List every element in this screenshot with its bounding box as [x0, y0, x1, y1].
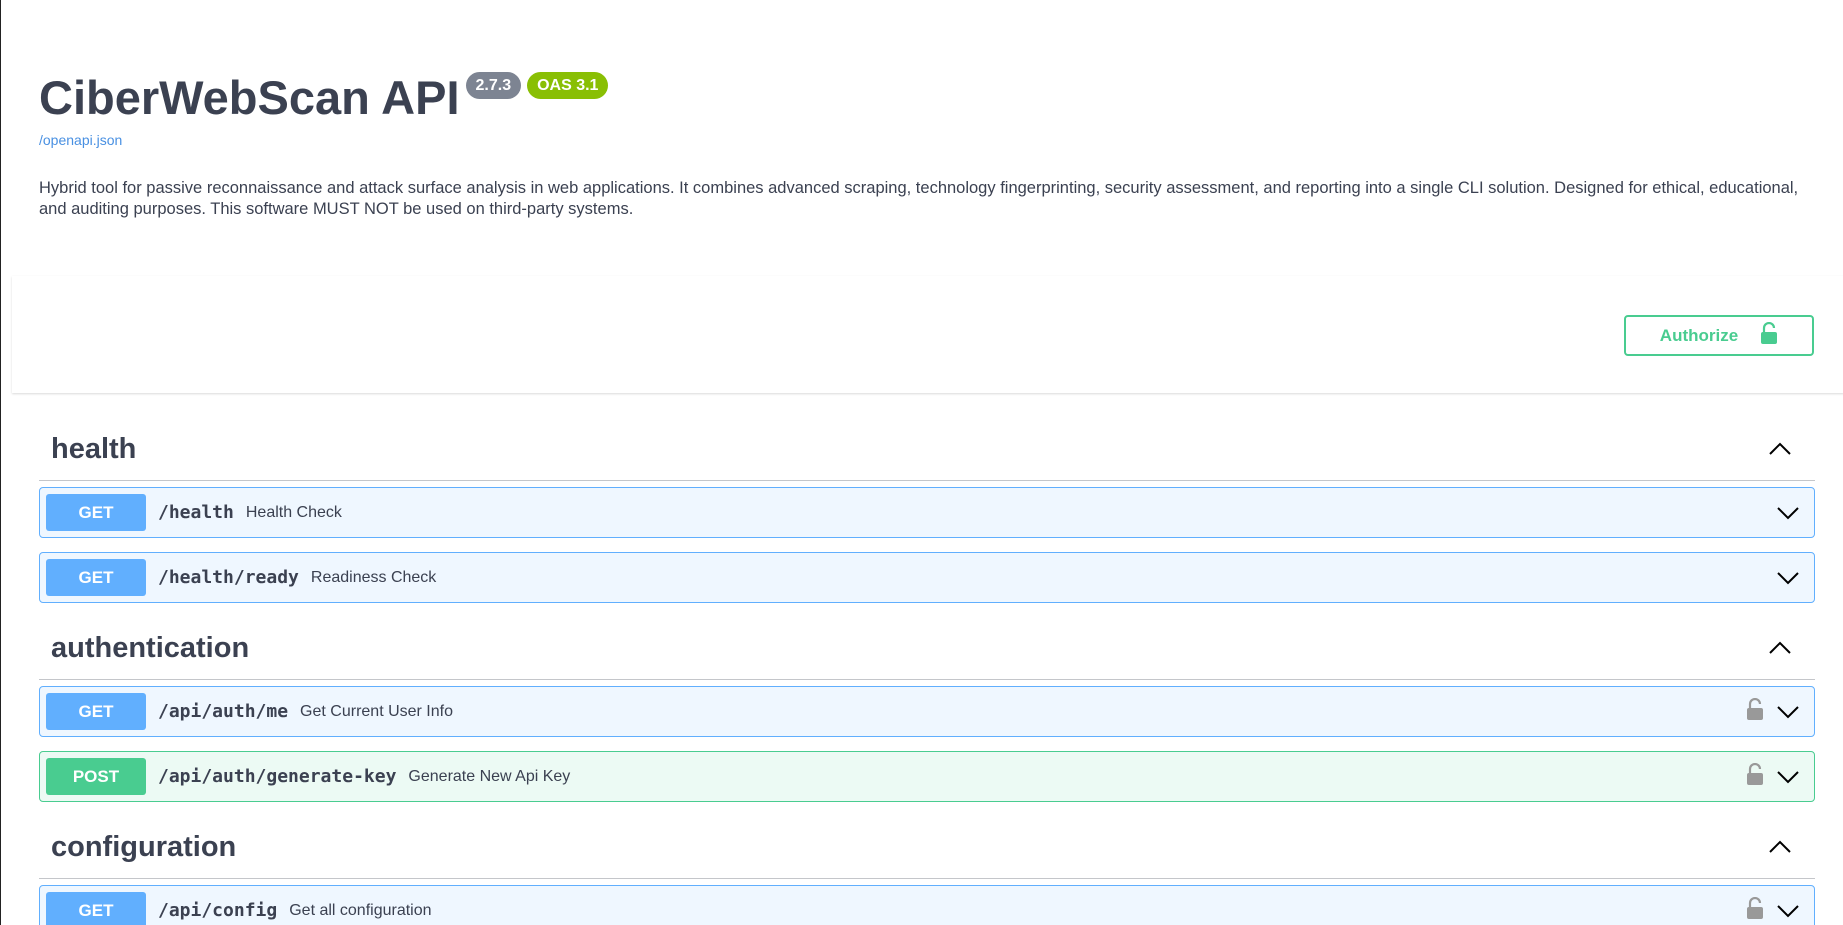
- api-info: CiberWebScan API 2.7.3 OAS 3.1 /openapi.…: [1, 0, 1843, 220]
- lock-icon[interactable]: [1746, 762, 1764, 790]
- operation-actions: [1774, 564, 1802, 592]
- swagger-page: CiberWebScan API 2.7.3 OAS 3.1 /openapi.…: [0, 0, 1843, 925]
- lock-icon[interactable]: [1746, 896, 1764, 924]
- operation-path: /health/ready: [158, 567, 299, 588]
- api-title: CiberWebScan API: [39, 71, 460, 124]
- operation-path: /api/auth/generate-key: [158, 766, 397, 787]
- oas-badge: OAS 3.1: [527, 72, 609, 99]
- chevron-up-icon[interactable]: [1765, 832, 1795, 862]
- method-badge: GET: [46, 892, 146, 925]
- operation-actions: [1746, 896, 1802, 925]
- operation-actions: [1746, 697, 1802, 726]
- tag-header-health[interactable]: health: [39, 418, 1815, 481]
- tag-section-health: health GET /health Health Check GET /hea…: [39, 418, 1815, 603]
- chevron-up-icon[interactable]: [1765, 633, 1795, 663]
- openapi-json-link[interactable]: /openapi.json: [39, 132, 122, 148]
- operation-post-generate-key[interactable]: POST /api/auth/generate-key Generate New…: [39, 751, 1815, 802]
- tag-name: authentication: [51, 631, 250, 664]
- operation-get-health-ready[interactable]: GET /health/ready Readiness Check: [39, 552, 1815, 603]
- badges: 2.7.3 OAS 3.1: [465, 72, 609, 99]
- operation-actions: [1746, 762, 1802, 791]
- operation-path: /health: [158, 502, 234, 523]
- operation-actions: [1774, 499, 1802, 527]
- chevron-down-icon[interactable]: [1774, 564, 1802, 592]
- method-badge: GET: [46, 494, 146, 531]
- operation-summary: Generate New Api Key: [408, 767, 571, 785]
- authorize-button[interactable]: Authorize: [1624, 315, 1814, 356]
- operation-summary: Readiness Check: [310, 568, 437, 586]
- tag-header-configuration[interactable]: configuration: [39, 816, 1815, 879]
- title-row: CiberWebScan API 2.7.3 OAS 3.1: [39, 70, 1805, 126]
- chevron-down-icon[interactable]: [1774, 897, 1802, 925]
- tag-section-configuration: configuration GET /api/config Get all co…: [39, 816, 1815, 925]
- authorize-label: Authorize: [1659, 325, 1739, 345]
- unlock-icon: [1760, 321, 1778, 349]
- tag-section-authentication: authentication GET /api/auth/me Get Curr…: [39, 617, 1815, 802]
- tag-header-authentication[interactable]: authentication: [39, 617, 1815, 680]
- operation-summary: Health Check: [245, 503, 342, 521]
- operation-summary: Get all configuration: [289, 901, 432, 919]
- chevron-up-icon[interactable]: [1765, 434, 1795, 464]
- version-badge: 2.7.3: [465, 72, 522, 99]
- tag-name: health: [51, 432, 137, 465]
- chevron-down-icon[interactable]: [1774, 499, 1802, 527]
- operation-get-auth-me[interactable]: GET /api/auth/me Get Current User Info: [39, 686, 1815, 737]
- scheme-container: Authorize: [12, 276, 1843, 393]
- operation-path: /api/auth/me: [158, 701, 289, 722]
- tag-name: configuration: [51, 830, 237, 863]
- operation-get-health[interactable]: GET /health Health Check: [39, 487, 1815, 538]
- operation-path: /api/config: [158, 900, 278, 921]
- method-badge: POST: [46, 758, 146, 795]
- api-description: Hybrid tool for passive reconnaissance a…: [39, 179, 1799, 218]
- lock-icon[interactable]: [1746, 697, 1764, 725]
- method-badge: GET: [46, 559, 146, 596]
- chevron-down-icon[interactable]: [1774, 698, 1802, 726]
- operations-list: health GET /health Health Check GET /hea…: [39, 418, 1815, 925]
- operation-summary: Get Current User Info: [300, 702, 453, 720]
- method-badge: GET: [46, 693, 146, 730]
- chevron-down-icon[interactable]: [1774, 763, 1802, 791]
- operation-get-config[interactable]: GET /api/config Get all configuration: [39, 885, 1815, 925]
